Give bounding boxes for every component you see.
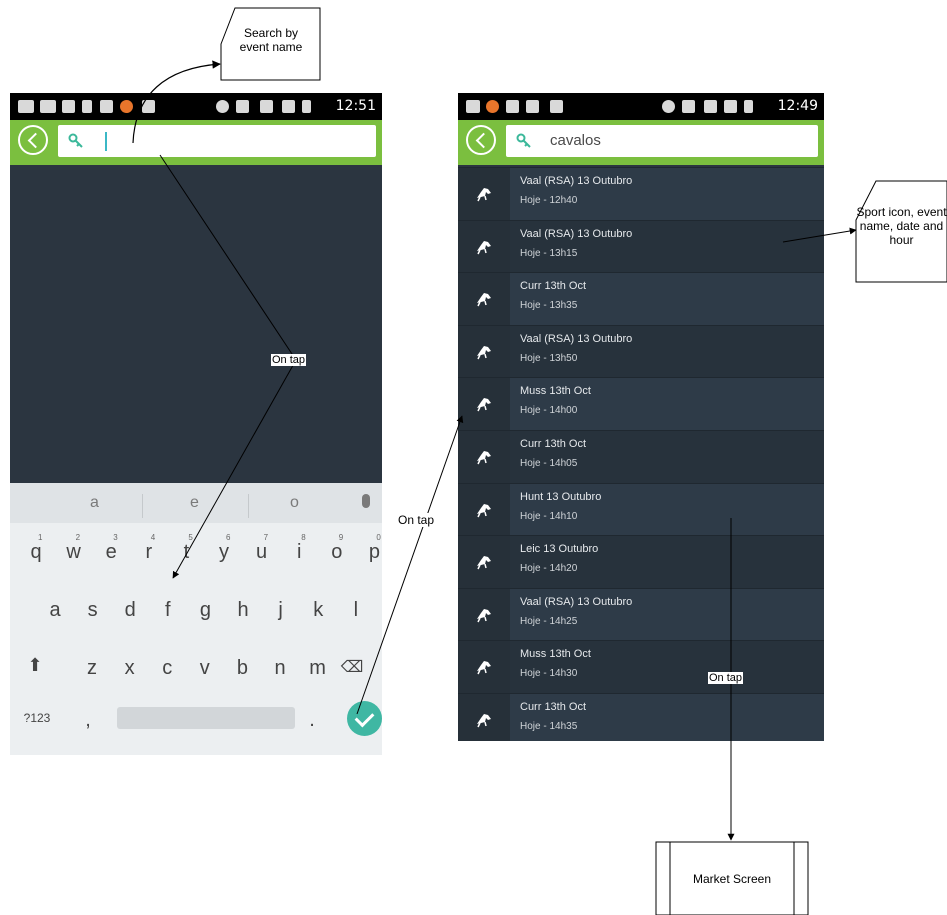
search-arrow [132, 60, 221, 144]
sport-arrow [782, 227, 857, 243]
on-tap-label-1: On tap [271, 354, 307, 366]
on-tap-label-3: On tap [708, 672, 744, 684]
tap-arrow-2 [356, 415, 464, 715]
tap-arrow-1 [172, 359, 297, 579]
market-screen-label: Market Screen [692, 872, 772, 886]
tap-line-1 [159, 154, 297, 361]
annotation-arrows [132, 7, 947, 915]
search-note: Search by event name [239, 26, 303, 54]
sport-note: Sport icon, event name, date and hour [856, 205, 947, 247]
on-tap-label-2: On tap [397, 513, 436, 527]
